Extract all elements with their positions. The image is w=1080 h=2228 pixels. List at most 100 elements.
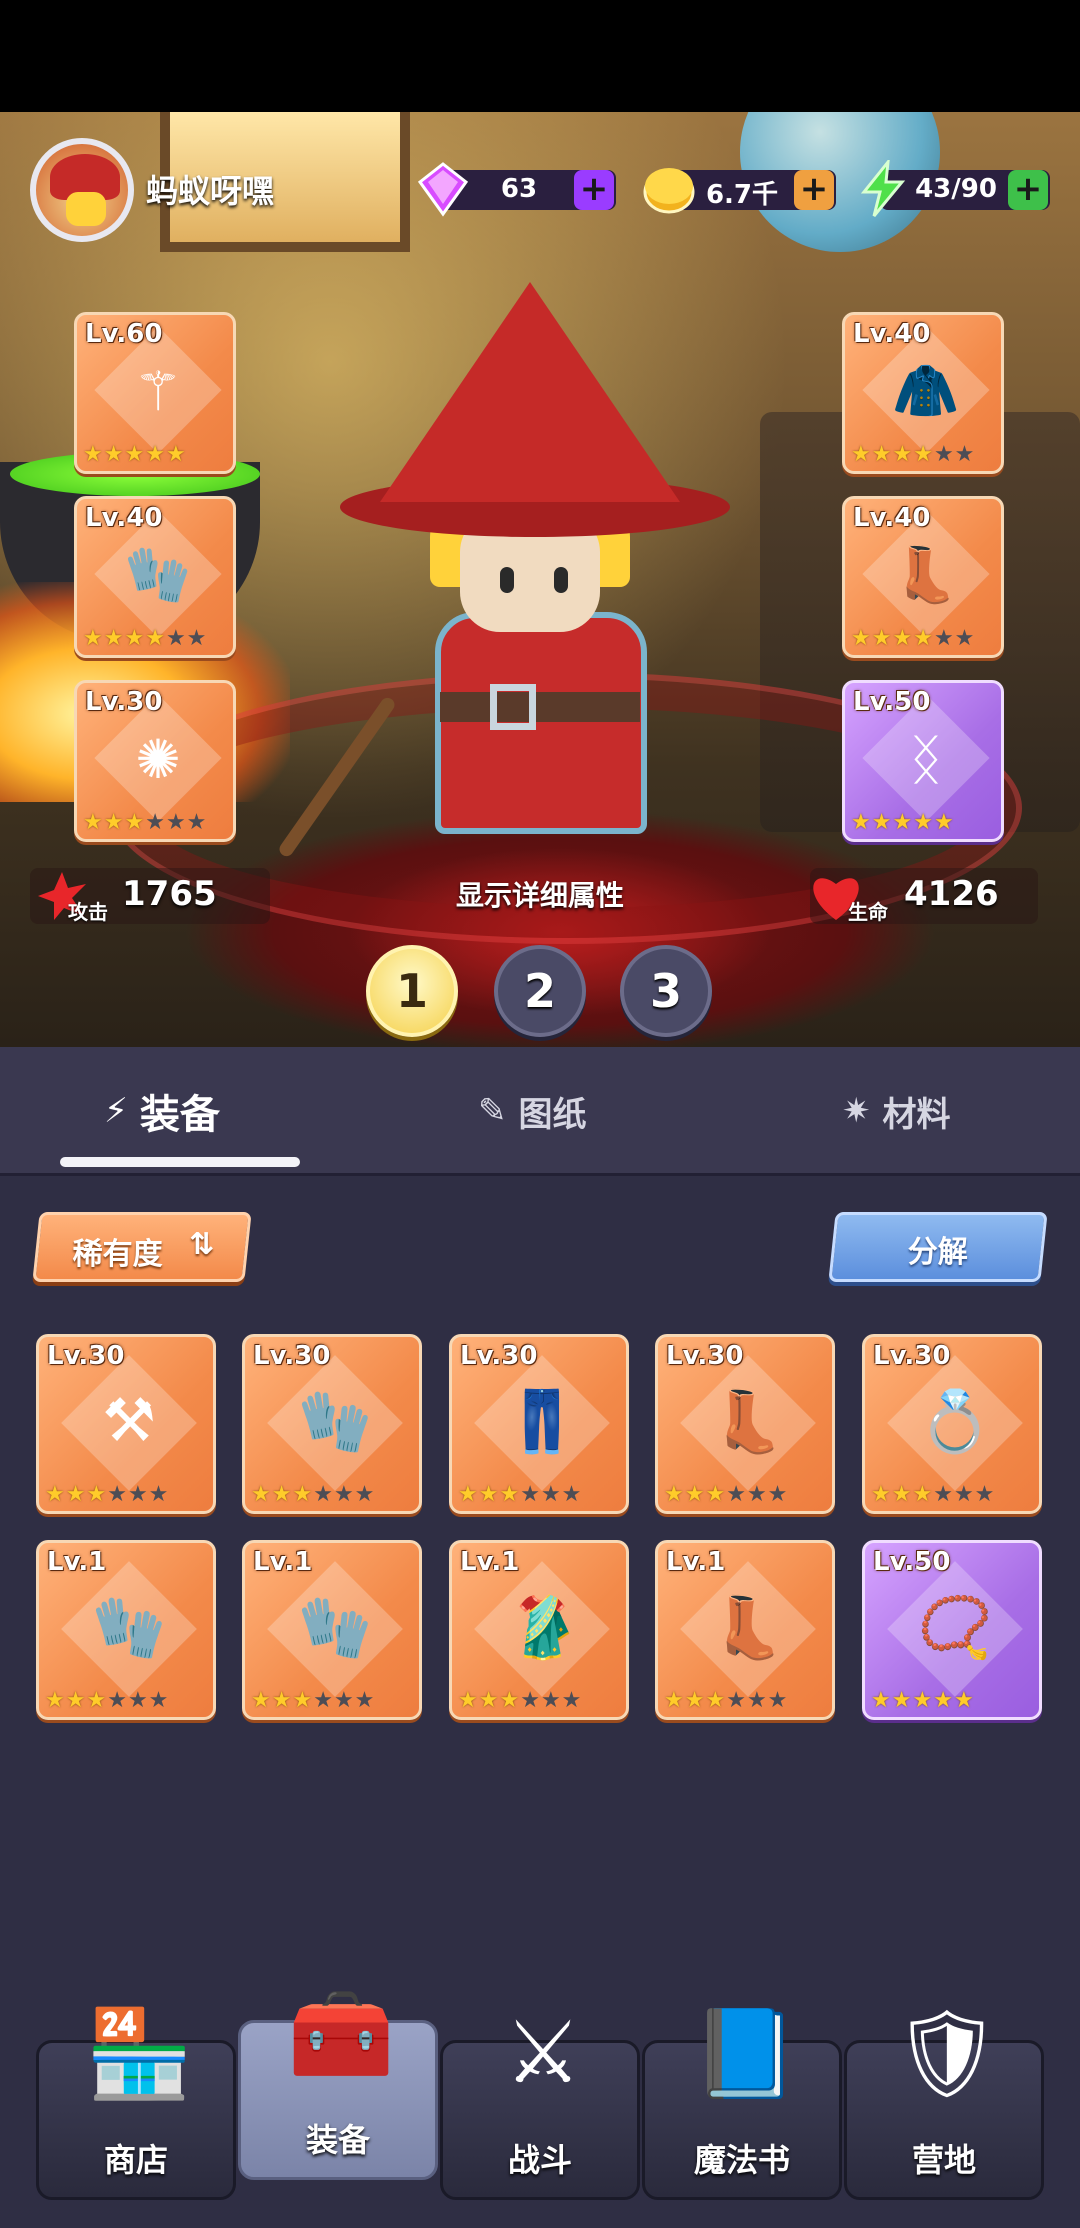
decompose-button[interactable]: 分解 — [828, 1212, 1048, 1282]
equipment-tabs: ⚡ 装备 ✎ 图纸 ✷ 材料 — [0, 1047, 1080, 1176]
star-icon: ★ — [892, 442, 913, 467]
star-icon: ★ — [313, 1688, 333, 1713]
show-detailed-stats-label: 显示详细属性 — [455, 879, 624, 912]
inventory-item-card[interactable]: Lv.30 👖 ★ ★ ★ ★ ★ ★ — [449, 1334, 629, 1514]
nav-spellbook-button[interactable]: 📘 魔法书 — [642, 2004, 842, 2200]
status-bar — [0, 0, 1080, 112]
show-detailed-stats-button[interactable]: 显示详细属性 — [405, 868, 675, 924]
loadout-1-button[interactable]: 1 — [366, 945, 458, 1037]
item-level: Lv.40 — [853, 503, 931, 533]
equipped-slot-left[interactable]: Lv.60 ⚚ ★ ★ ★ ★ ★ — [74, 312, 236, 474]
star-icon: ★ — [145, 810, 165, 835]
blueprint-icon: ✎ — [478, 1091, 507, 1131]
star-icon: ★ — [499, 1482, 520, 1507]
star-icon: ★ — [561, 1482, 582, 1507]
character-eye — [554, 567, 568, 593]
item-level: Lv.50 — [873, 1547, 951, 1577]
equipped-slot-left[interactable]: Lv.40 🧤 ★ ★ ★ ★ ★ ★ — [74, 496, 236, 658]
star-icon: ★ — [127, 1482, 148, 1507]
star-icon: ★ — [103, 442, 124, 467]
inventory-item[interactable]: Lv.30 💍 ★ ★ ★ ★ ★ ★ — [862, 1334, 1042, 1514]
star-icon: ★ — [913, 810, 933, 835]
lightning-icon — [860, 160, 906, 217]
hp-label: 生命 — [848, 900, 888, 924]
inventory-item[interactable]: Lv.30 👖 ★ ★ ★ ★ ★ ★ — [449, 1334, 629, 1514]
gem-icon — [417, 162, 469, 217]
hp-value: 4126 — [904, 874, 999, 914]
tab-equipment-label: 装备 — [139, 1092, 220, 1138]
robe-icon: 🥻 — [504, 1592, 580, 1663]
inventory-item[interactable]: Lv.1 👢 ★ ★ ★ ★ ★ ★ — [655, 1540, 835, 1720]
tab-materials[interactable]: ✷ 材料 — [842, 1081, 951, 1141]
inventory-item-card[interactable]: Lv.30 👢 ★ ★ ★ ★ ★ ★ — [655, 1334, 835, 1514]
equipped-slot-right[interactable]: Lv.50 ᛝ ★ ★ ★ ★ ★ — [842, 680, 1004, 842]
star-icon: ★ — [165, 626, 186, 651]
add-energy-button[interactable]: + — [1008, 170, 1048, 210]
sort-by-rarity-button[interactable]: 稀有度 ⇅ — [32, 1212, 252, 1282]
character-eye — [500, 567, 514, 593]
star-rating: ★ ★ ★ ★ ★ ★ — [83, 627, 227, 651]
star-icon: ★ — [124, 442, 145, 467]
star-icon: ★ — [540, 1482, 561, 1507]
star-rating: ★ ★ ★ ★ ★ ★ — [664, 1689, 826, 1713]
equipped-slot-right[interactable]: Lv.40 🧥 ★ ★ ★ ★ ★ ★ — [842, 312, 1004, 474]
inventory-item[interactable]: Lv.30 🧤 ★ ★ ★ ★ ★ ★ — [242, 1334, 422, 1514]
player-character[interactable] — [276, 282, 740, 859]
star-icon: ★ — [458, 1688, 478, 1713]
loadout-2-button[interactable]: 2 — [494, 945, 586, 1037]
nav-chest-button[interactable]: 🧰 装备 — [238, 1984, 438, 2180]
inventory-item[interactable]: Lv.1 🧤 ★ ★ ★ ★ ★ ★ — [36, 1540, 216, 1720]
tab-equipment[interactable]: ⚡ 装备 — [104, 1081, 220, 1141]
item-level: Lv.30 — [85, 687, 163, 717]
item-level: Lv.30 — [460, 1341, 538, 1371]
inventory-item-card[interactable]: Lv.1 🧤 ★ ★ ★ ★ ★ ★ — [36, 1540, 216, 1720]
attack-value: 1765 — [122, 874, 217, 914]
star-rating: ★ ★ ★ ★ ★ — [83, 443, 227, 467]
star-rating: ★ ★ ★ ★ ★ ★ — [251, 1689, 413, 1713]
item-level: Lv.1 — [47, 1547, 107, 1577]
boots-icon: 👢 — [892, 543, 960, 606]
inventory-item-card[interactable]: Lv.1 🥻 ★ ★ ★ ★ ★ ★ — [449, 1540, 629, 1720]
nav-shop-button[interactable]: 🏪 商店 — [36, 2004, 236, 2200]
star-icon: ★ — [103, 626, 124, 651]
inventory-item[interactable]: Lv.50 📿 ★ ★ ★ ★ ★ — [862, 1540, 1042, 1720]
leg-guards-icon: 👖 — [504, 1386, 580, 1457]
hp-stat: 生命 4126 — [810, 868, 1038, 924]
active-tab-indicator — [60, 1157, 300, 1167]
star-icon: ★ — [103, 810, 124, 835]
inventory-item-card[interactable]: Lv.30 ⚒ ★ ★ ★ ★ ★ ★ — [36, 1334, 216, 1514]
star-rating: ★ ★ ★ ★ ★ ★ — [45, 1483, 207, 1507]
nav-shield-button[interactable]: 🛡 营地 — [844, 2004, 1044, 2200]
gold-count: 6.7千 — [705, 180, 779, 210]
inventory-item[interactable]: Lv.1 🧤 ★ ★ ★ ★ ★ ★ — [242, 1540, 422, 1720]
tab-blueprints-label: 图纸 — [518, 1094, 587, 1135]
inventory-item-card[interactable]: Lv.30 💍 ★ ★ ★ ★ ★ ★ — [862, 1334, 1042, 1514]
nav-label: 魔法书 — [693, 2141, 790, 2179]
add-gems-button[interactable]: + — [574, 170, 614, 210]
item-level: Lv.30 — [873, 1341, 951, 1371]
sort-icon: ⇅ — [189, 1227, 215, 1262]
star-icon: ★ — [86, 1482, 107, 1507]
inventory-item-card[interactable]: Lv.30 🧤 ★ ★ ★ ★ ★ ★ — [242, 1334, 422, 1514]
nav-crossed-swords-button[interactable]: ⚔ 战斗 — [440, 2003, 640, 2200]
loadout-3-button[interactable]: 3 — [620, 945, 712, 1037]
inventory-item[interactable]: Lv.30 ⚒ ★ ★ ★ ★ ★ ★ — [36, 1334, 216, 1514]
inventory-item[interactable]: Lv.1 🥻 ★ ★ ★ ★ ★ ★ — [449, 1540, 629, 1720]
inventory-item-card[interactable]: Lv.50 📿 ★ ★ ★ ★ ★ — [862, 1540, 1042, 1720]
star-icon: ★ — [251, 1482, 271, 1507]
add-gold-button[interactable]: + — [794, 170, 834, 210]
attack-label: 攻击 — [68, 900, 108, 924]
gem-count: 63 — [500, 174, 538, 204]
inventory-item[interactable]: Lv.30 👢 ★ ★ ★ ★ ★ ★ — [655, 1334, 835, 1514]
tab-blueprints[interactable]: ✎ 图纸 — [478, 1081, 587, 1141]
star-icon: ★ — [165, 442, 186, 467]
equipped-slot-right[interactable]: Lv.40 👢 ★ ★ ★ ★ ★ ★ — [842, 496, 1004, 658]
star-icon: ★ — [354, 1482, 375, 1507]
cloak-icon: 🧥 — [892, 359, 960, 422]
inventory-item-card[interactable]: Lv.1 🧤 ★ ★ ★ ★ ★ ★ — [242, 1540, 422, 1720]
player-avatar[interactable] — [30, 138, 134, 242]
equipped-slot-left[interactable]: Lv.30 ✺ ★ ★ ★ ★ ★ ★ — [74, 680, 236, 842]
star-icon: ★ — [271, 1688, 292, 1713]
star-icon: ★ — [271, 1482, 292, 1507]
inventory-item-card[interactable]: Lv.1 👢 ★ ★ ★ ★ ★ ★ — [655, 1540, 835, 1720]
